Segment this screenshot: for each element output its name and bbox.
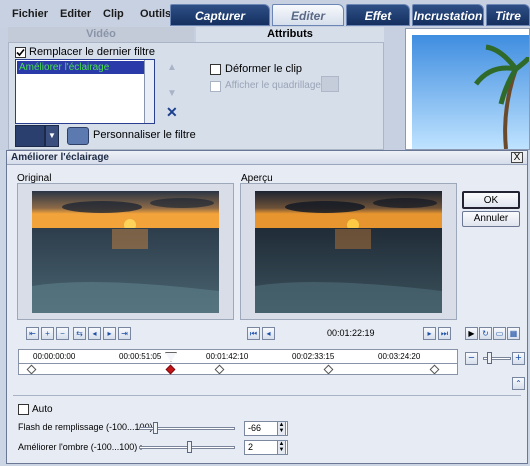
step-forward-icon[interactable]: ▸ [423,327,436,340]
ruler-label: 00:00:51:05 [119,352,162,361]
delete-filter-icon[interactable]: ✕ [166,104,178,121]
settings-icon[interactable]: ▦ [507,327,520,340]
show-grid-label: Afficher le quadrillage [225,80,321,91]
close-icon[interactable]: X [511,152,523,163]
palm-beach-image [412,35,530,150]
tab-titre[interactable]: Titre [486,4,530,26]
ruler-label: 00:03:24:20 [378,352,421,361]
skip-end-icon[interactable]: ⏭ [438,327,451,340]
main-tabs: Capturer Editer Effet Incrustation Titre [170,2,530,26]
customize-filter-label[interactable]: Personnaliser le filtre [93,129,196,141]
zoom-slider-thumb[interactable] [487,352,492,364]
menu-editer[interactable]: Editer [60,8,91,20]
customize-filter-icon[interactable] [67,127,89,145]
replace-filter-label: Remplacer le dernier filtre [29,46,155,58]
show-grid-checkbox[interactable] [210,81,221,92]
filter-list[interactable]: Améliorer l'éclairage [15,59,155,124]
chevron-down-icon[interactable]: ▼ [45,125,59,147]
shadow-label: Améliorer l'ombre (-100...100) : [18,442,143,452]
ruler-label: 00:02:33:15 [292,352,335,361]
menu-outils[interactable]: Outils [140,8,171,20]
zoom-in-icon[interactable]: + [512,352,525,365]
reverse-keyframes-icon[interactable]: ⇆ [73,327,86,340]
filter-list-item[interactable]: Améliorer l'éclairage [17,61,153,74]
preview-thumbnail [405,28,530,150]
auto-label: Auto [32,404,53,415]
shadow-spinner[interactable]: ▲ ▼ [277,440,286,455]
tab-incrustation[interactable]: Incrustation [412,4,484,26]
skip-start-icon[interactable]: ⏮ [247,327,260,340]
previous-keyframe-icon[interactable]: ◂ [88,327,101,340]
move-up-icon[interactable]: ▲ [167,62,177,73]
tab-editer[interactable]: Editer [272,4,344,26]
keyframe-track[interactable] [18,363,458,375]
remove-keyframe-icon[interactable]: − [56,327,69,340]
menu-bar: Fichier Editer Clip Outils [0,0,175,28]
cancel-button[interactable]: Annuler [462,211,520,227]
original-sunset-image [32,191,219,313]
auto-checkbox[interactable] [18,404,29,415]
menu-fichier[interactable]: Fichier [12,8,48,20]
distort-clip-label: Déformer le clip [225,63,303,75]
keyframe-timeline[interactable]: 00:00:00:00 00:00:51:05 00:01:42:10 00:0… [18,349,458,377]
attributes-panel: Remplacer le dernier filtre Améliorer l'… [8,42,384,150]
replace-filter-checkbox[interactable] [15,47,26,58]
fill-flash-slider-thumb[interactable] [153,422,158,434]
next-keyframe-icon[interactable]: ▸ [103,327,116,340]
menu-clip[interactable]: Clip [103,8,124,20]
preview-pane [240,183,457,320]
enhance-lighting-dialog: Améliorer l'éclairage X Original Aperçu [6,150,528,464]
preview-sunset-image [255,191,442,313]
dialog-titlebar[interactable]: Améliorer l'éclairage X [7,151,527,165]
move-down-icon[interactable]: ▼ [167,88,177,99]
shadow-slider-thumb[interactable] [187,441,192,453]
keyframe-marker[interactable] [323,364,334,375]
add-keyframe-icon[interactable]: + [41,327,54,340]
keyframe-marker-selected[interactable] [165,364,176,375]
tab-attributs[interactable]: Attributs [196,27,384,42]
fill-flash-spinner[interactable]: ▲ ▼ [277,421,286,436]
expand-icon[interactable]: ⌃ [512,377,525,390]
ruler-label: 00:00:00:00 [33,352,76,361]
go-start-icon[interactable]: ⇤ [26,327,39,340]
divider [13,395,521,396]
zoom-out-icon[interactable]: − [465,352,478,365]
keyframe-marker[interactable] [429,364,440,375]
tab-capturer[interactable]: Capturer [170,4,270,26]
fill-flash-label: Flash de remplissage (-100...100) : [18,422,158,432]
loop-icon[interactable]: ↻ [479,327,492,340]
dialog-title: Améliorer l'éclairage [11,152,109,163]
filter-preset-box[interactable] [15,125,45,147]
checkmark-icon [16,48,25,57]
editor-window: Fichier Editer Clip Outils Capturer Edit… [0,0,530,150]
grid-settings-icon[interactable] [321,76,339,92]
keyframe-marker[interactable] [26,364,37,375]
ok-button[interactable]: OK [462,191,520,209]
sub-tabs: Vidéo Attributs [8,27,384,43]
timecode-display: 00:01:22:19 [327,328,375,338]
time-ruler[interactable]: 00:00:00:00 00:00:51:05 00:01:42:10 00:0… [18,349,458,364]
ruler-label: 00:01:42:10 [206,352,249,361]
step-back-icon[interactable]: ◂ [262,327,275,340]
filter-list-scrollbar[interactable] [144,60,154,123]
tab-video[interactable]: Vidéo [8,27,194,42]
keyframe-marker[interactable] [214,364,225,375]
play-icon[interactable]: ▶ [465,327,478,340]
go-end-icon[interactable]: ⇥ [118,327,131,340]
original-pane [17,183,234,320]
distort-clip-checkbox[interactable] [210,64,221,75]
playhead-icon[interactable] [165,352,177,362]
preview-mode-icon[interactable]: ▭ [493,327,506,340]
tab-effet[interactable]: Effet [346,4,410,26]
